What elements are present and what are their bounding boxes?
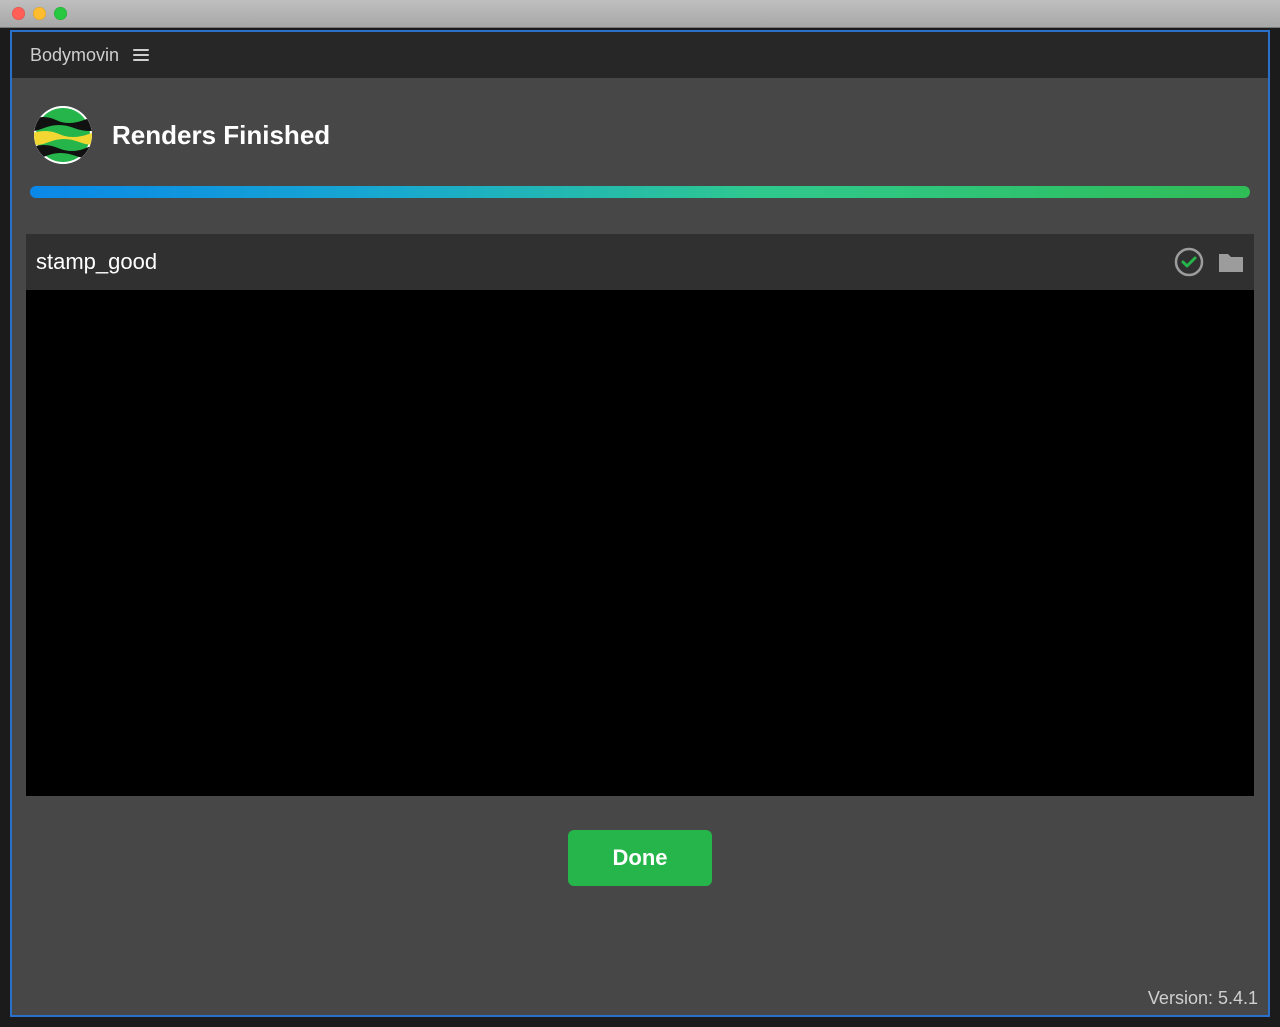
bodymovin-logo-icon (34, 106, 92, 164)
window-titlebar (0, 0, 1280, 28)
status-row: Renders Finished (12, 78, 1268, 186)
progress-bar-container (12, 186, 1268, 198)
render-item-name: stamp_good (36, 249, 1162, 275)
success-check-icon (1174, 247, 1204, 277)
status-heading: Renders Finished (112, 120, 330, 151)
window-maximize-button[interactable] (54, 7, 67, 20)
version-label: Version: 5.4.1 (1148, 988, 1258, 1009)
bodymovin-panel: Bodymovin Renders Finished stamp_goo (10, 30, 1270, 1017)
window-close-button[interactable] (12, 7, 25, 20)
panel-header: Bodymovin (12, 32, 1268, 78)
progress-bar (30, 186, 1250, 198)
done-button[interactable]: Done (568, 830, 712, 886)
panel-title: Bodymovin (30, 45, 119, 66)
render-preview-area (26, 290, 1254, 796)
render-item: stamp_good (26, 234, 1254, 796)
open-folder-icon[interactable] (1216, 247, 1246, 277)
render-item-header: stamp_good (26, 234, 1254, 290)
panel-menu-icon[interactable] (133, 49, 149, 61)
window-minimize-button[interactable] (33, 7, 46, 20)
done-button-row: Done (12, 796, 1268, 886)
